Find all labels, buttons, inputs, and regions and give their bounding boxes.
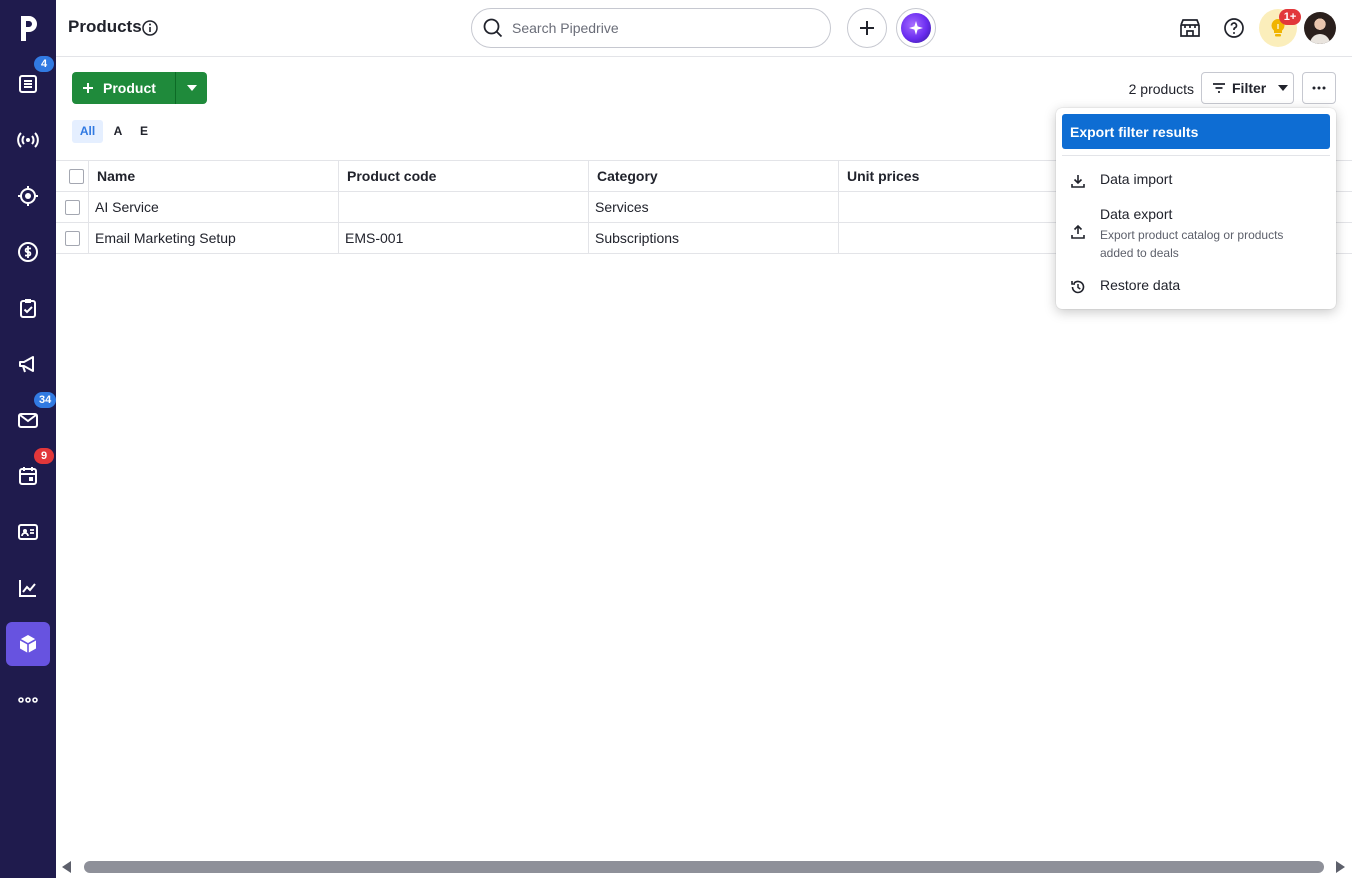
help-button[interactable] bbox=[1221, 15, 1247, 41]
add-product-button[interactable]: Product bbox=[72, 72, 175, 104]
menu-divider bbox=[1062, 155, 1330, 156]
nav-deals[interactable] bbox=[6, 230, 50, 274]
top-header: Products 1+ bbox=[56, 0, 1352, 57]
upload-icon bbox=[1071, 224, 1085, 239]
column-header-product-code[interactable]: Product code bbox=[339, 161, 589, 191]
menu-item-restore-data[interactable]: Restore data bbox=[1062, 272, 1330, 302]
data-import-label: Data import bbox=[1100, 171, 1173, 187]
target-icon bbox=[18, 186, 38, 206]
menu-item-data-export[interactable]: Data export Export product catalog or pr… bbox=[1062, 202, 1330, 264]
filter-lines-icon bbox=[1213, 83, 1225, 93]
product-box-icon bbox=[19, 635, 37, 653]
select-all-cell bbox=[56, 161, 89, 191]
plus-icon bbox=[860, 21, 874, 35]
leads-inbox-icon bbox=[19, 75, 37, 93]
contact-card-icon bbox=[18, 524, 38, 540]
alpha-a[interactable]: A bbox=[107, 120, 129, 143]
nav-leads[interactable]: 4 bbox=[6, 56, 54, 106]
megaphone-icon bbox=[19, 356, 34, 373]
cell-category[interactable]: Subscriptions bbox=[589, 223, 839, 253]
nav-mail[interactable]: 34 bbox=[6, 392, 57, 442]
search-input[interactable] bbox=[512, 20, 812, 36]
download-icon bbox=[1071, 175, 1085, 188]
column-header-category[interactable]: Category bbox=[589, 161, 839, 191]
cell-product-code[interactable] bbox=[339, 192, 589, 222]
activities-badge: 9 bbox=[34, 448, 54, 464]
nav-target[interactable] bbox=[6, 174, 50, 218]
restore-data-label: Restore data bbox=[1100, 277, 1181, 293]
row-checkbox[interactable] bbox=[64, 199, 80, 215]
column-header-unit-prices[interactable]: Unit prices bbox=[839, 161, 1089, 191]
row-select-cell bbox=[56, 223, 89, 253]
tips-badge: 1+ bbox=[1279, 9, 1301, 25]
broadcast-icon bbox=[17, 132, 39, 148]
ellipsis-icon bbox=[1312, 86, 1326, 90]
product-count: 2 products bbox=[1128, 81, 1194, 97]
ai-sparkle-icon bbox=[901, 13, 931, 43]
left-nav: 4 34 9 bbox=[0, 0, 57, 878]
alpha-all[interactable]: All bbox=[72, 120, 103, 143]
horizontal-scrollbar[interactable] bbox=[56, 857, 1352, 878]
help-circle-icon bbox=[1224, 18, 1244, 38]
alphabet-filter: All A E bbox=[72, 120, 155, 143]
quick-add-button[interactable] bbox=[847, 8, 887, 48]
user-avatar[interactable] bbox=[1304, 12, 1336, 44]
data-export-description: Export product catalog or products added… bbox=[1100, 228, 1284, 260]
cell-name[interactable]: AI Service bbox=[89, 192, 339, 222]
export-filter-label: Export filter results bbox=[1070, 123, 1199, 140]
data-export-label: Data export bbox=[1100, 206, 1173, 222]
menu-item-export-filter-results[interactable]: Export filter results bbox=[1062, 114, 1330, 149]
mail-badge: 34 bbox=[34, 392, 57, 408]
marketplace-button[interactable] bbox=[1177, 15, 1203, 41]
filter-button[interactable]: Filter bbox=[1201, 72, 1294, 104]
pipedrive-p-icon bbox=[21, 16, 37, 41]
nav-products[interactable] bbox=[6, 622, 50, 666]
search-icon bbox=[483, 18, 503, 38]
alpha-e[interactable]: E bbox=[133, 120, 155, 143]
scrollbar-thumb[interactable] bbox=[84, 861, 1324, 873]
scroll-left-arrow[interactable] bbox=[62, 861, 71, 873]
nav-signal[interactable] bbox=[6, 118, 50, 162]
column-header-name[interactable]: Name bbox=[89, 161, 339, 191]
caret-down-icon bbox=[186, 85, 197, 91]
ai-assistant-button[interactable] bbox=[896, 8, 936, 48]
chart-line-icon bbox=[19, 580, 36, 597]
page-title: Products bbox=[68, 17, 142, 36]
more-actions-menu: Export filter results Data import Data e… bbox=[1056, 108, 1336, 309]
cell-product-code[interactable]: EMS-001 bbox=[339, 223, 589, 253]
calendar-icon bbox=[19, 467, 37, 485]
cell-unit-price[interactable]: $34 bbox=[839, 192, 1089, 222]
leads-badge: 4 bbox=[34, 56, 54, 72]
add-product-dropdown-button[interactable] bbox=[175, 72, 207, 104]
add-product-label: Product bbox=[103, 80, 156, 96]
store-icon bbox=[1180, 19, 1200, 37]
pipedrive-logo[interactable] bbox=[0, 8, 56, 48]
caret-down-icon bbox=[1278, 85, 1289, 91]
cell-category[interactable]: Services bbox=[589, 192, 839, 222]
menu-item-data-import[interactable]: Data import bbox=[1062, 166, 1330, 196]
nav-contacts[interactable] bbox=[6, 510, 50, 554]
info-icon[interactable] bbox=[141, 19, 159, 37]
scroll-right-arrow[interactable] bbox=[1336, 861, 1345, 873]
more-dots-icon bbox=[18, 697, 38, 703]
row-select-cell bbox=[56, 192, 89, 222]
nav-projects[interactable] bbox=[6, 286, 50, 330]
cell-name[interactable]: Email Marketing Setup bbox=[89, 223, 339, 253]
nav-more[interactable] bbox=[6, 678, 50, 722]
select-all-checkbox[interactable] bbox=[68, 168, 84, 184]
nav-campaigns[interactable] bbox=[6, 342, 50, 386]
dollar-icon bbox=[18, 242, 38, 262]
filter-label: Filter bbox=[1232, 80, 1267, 96]
clipboard-check-icon bbox=[20, 299, 36, 318]
nav-insights[interactable] bbox=[6, 566, 50, 610]
mail-icon bbox=[18, 413, 38, 428]
more-actions-button[interactable] bbox=[1302, 72, 1336, 104]
cell-unit-price[interactable]: $29 bbox=[839, 223, 1089, 253]
plus-icon bbox=[83, 83, 93, 93]
row-checkbox[interactable] bbox=[64, 230, 80, 246]
search-bar[interactable] bbox=[471, 8, 831, 48]
nav-activities[interactable]: 9 bbox=[6, 448, 54, 498]
history-restore-icon bbox=[1071, 280, 1085, 294]
